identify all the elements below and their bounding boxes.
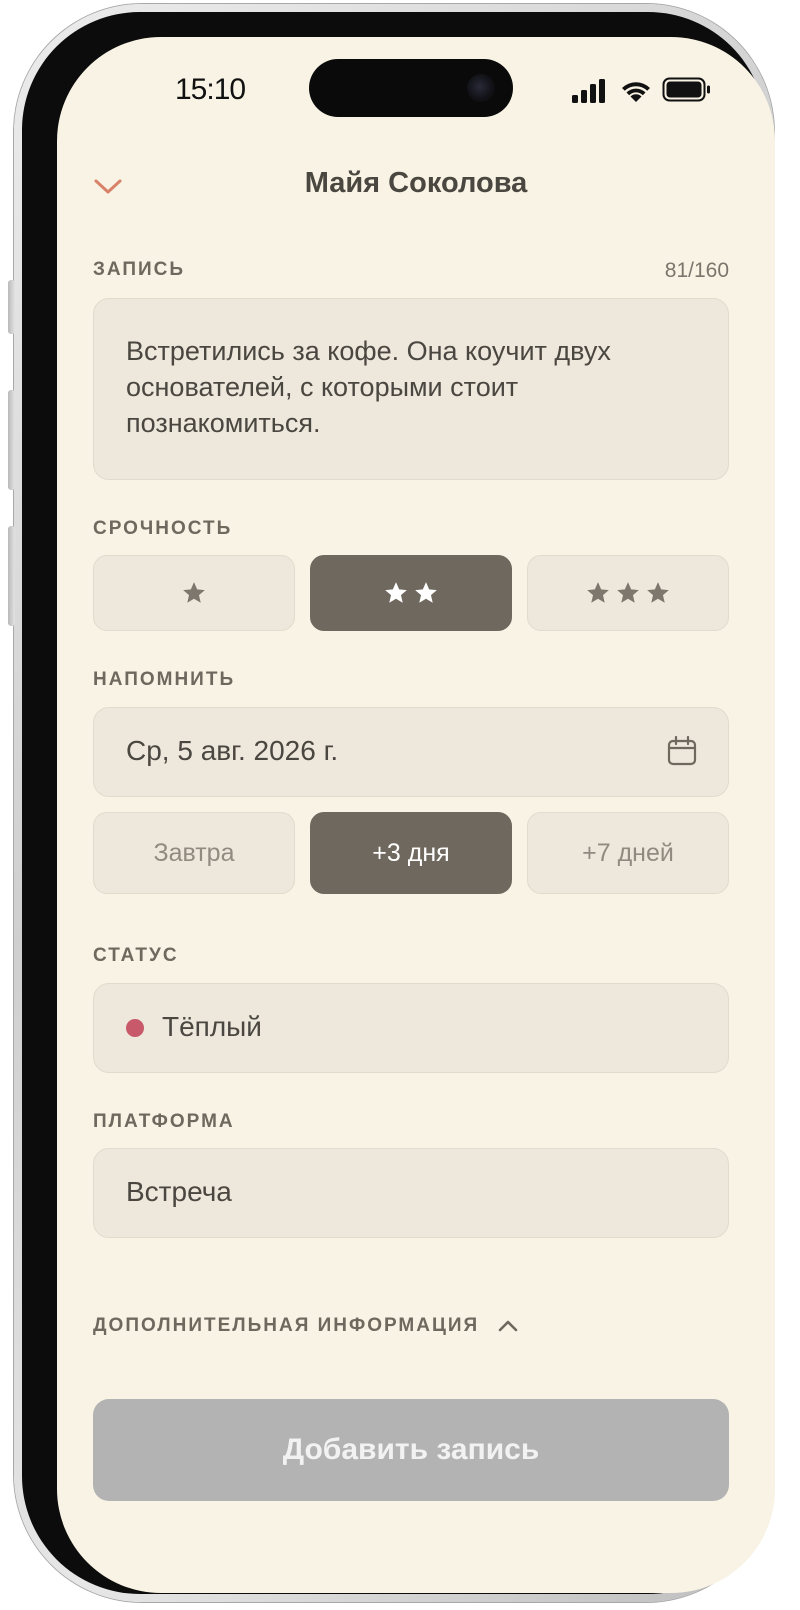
calendar-icon[interactable] (666, 735, 698, 767)
star-icon (385, 582, 407, 603)
reminder-quick-tomorrow[interactable]: Завтра (93, 812, 295, 894)
reminder-label: НАПОМНИТЬ (93, 669, 236, 690)
add-note-button-label: Добавить запись (282, 1433, 540, 1466)
star-icon (587, 582, 609, 603)
status-dot (126, 1019, 144, 1037)
action-button (8, 280, 15, 334)
wifi-icon (622, 82, 650, 102)
note-text: Встретились за кофе. Она коучит двух осн… (126, 336, 611, 438)
camera-icon (467, 74, 495, 102)
platform-label: ПЛАТФОРМА (93, 1111, 235, 1132)
phone-bezel: 15:10 Майя Соколова ЗАПИСЬ 81/160 Встрет… (22, 12, 775, 1594)
reminder-quick-3-days[interactable]: +3 дня (310, 812, 512, 894)
urgency-option-2[interactable] (310, 555, 512, 631)
note-textarea[interactable]: Встретились за кофе. Она коучит двух осн… (93, 298, 729, 480)
add-note-button[interactable]: Добавить запись (93, 1399, 729, 1501)
reminder-quick-label: +7 дней (582, 838, 674, 867)
reminder-date-field[interactable]: Ср, 5 авг. 2026 г. (93, 707, 729, 797)
additional-info-toggle[interactable]: ДОПОЛНИТЕЛЬНАЯ ИНФОРМАЦИЯ (93, 1315, 519, 1337)
urgency-option-3[interactable] (527, 555, 729, 631)
note-char-counter: 81/160 (664, 259, 729, 282)
chevron-up-icon (498, 1320, 518, 1332)
platform-select[interactable]: Встреча (93, 1148, 729, 1238)
star-icon (183, 582, 205, 603)
volume-down-button (8, 526, 15, 626)
reminder-quick-7-days[interactable]: +7 дней (527, 812, 729, 894)
reminder-date-value: Ср, 5 авг. 2026 г. (126, 735, 339, 766)
dynamic-island (309, 59, 513, 117)
urgency-option-1[interactable] (93, 555, 295, 631)
urgency-label: СРОЧНОСТЬ (93, 518, 233, 539)
status-time: 15:10 (175, 73, 246, 106)
reminder-quick-label: +3 дня (372, 838, 450, 867)
star-icon (415, 582, 437, 603)
page-title: Майя Соколова (304, 167, 528, 199)
star-icon (617, 582, 639, 603)
volume-up-button (8, 390, 15, 490)
signal-icon (572, 79, 605, 103)
app-screen: 15:10 Майя Соколова ЗАПИСЬ 81/160 Встрет… (57, 37, 775, 1593)
star-icon (647, 582, 669, 603)
additional-info-label: ДОПОЛНИТЕЛЬНАЯ ИНФОРМАЦИЯ (93, 1315, 480, 1336)
reminder-quick-label: Завтра (153, 838, 235, 867)
note-label: ЗАПИСЬ (93, 259, 186, 280)
platform-value: Встреча (126, 1176, 232, 1207)
status-select[interactable]: Тёплый (93, 983, 729, 1073)
battery-icon (662, 77, 710, 102)
status-value: Тёплый (162, 1011, 262, 1042)
status-label: СТАТУС (93, 945, 179, 966)
